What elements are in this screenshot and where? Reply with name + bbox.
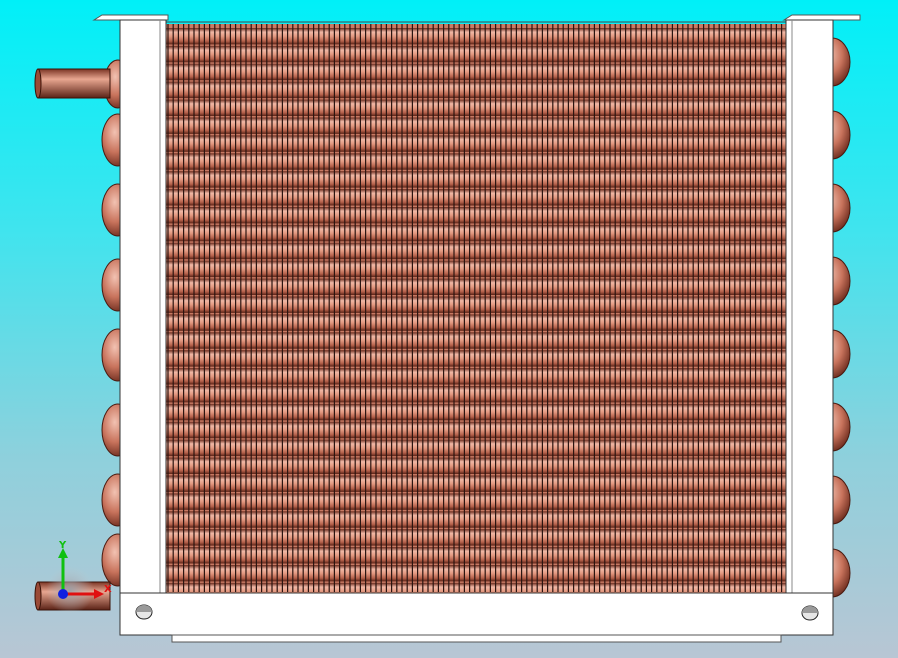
bottom-channel-lip — [171, 634, 782, 643]
mounting-hole-left[interactable] — [135, 604, 153, 620]
heat-exchanger-model[interactable]: Y X — [0, 0, 898, 658]
z-axis-dot — [58, 589, 68, 599]
triad-background — [46, 566, 94, 614]
outlet-pipe-end — [34, 581, 42, 611]
right-tube-sheet[interactable] — [785, 19, 834, 596]
3d-model-viewport[interactable]: Y X — [0, 0, 898, 658]
mounting-hole-right[interactable] — [801, 605, 819, 621]
bottom-channel[interactable] — [119, 592, 834, 636]
inlet-pipe[interactable] — [37, 68, 111, 99]
inlet-pipe-end — [34, 68, 42, 99]
top-left-flange — [92, 14, 169, 21]
x-axis-label: X — [104, 584, 112, 595]
y-axis-label: Y — [58, 540, 67, 551]
top-right-flange — [782, 14, 861, 21]
left-tube-sheet[interactable] — [119, 19, 167, 596]
